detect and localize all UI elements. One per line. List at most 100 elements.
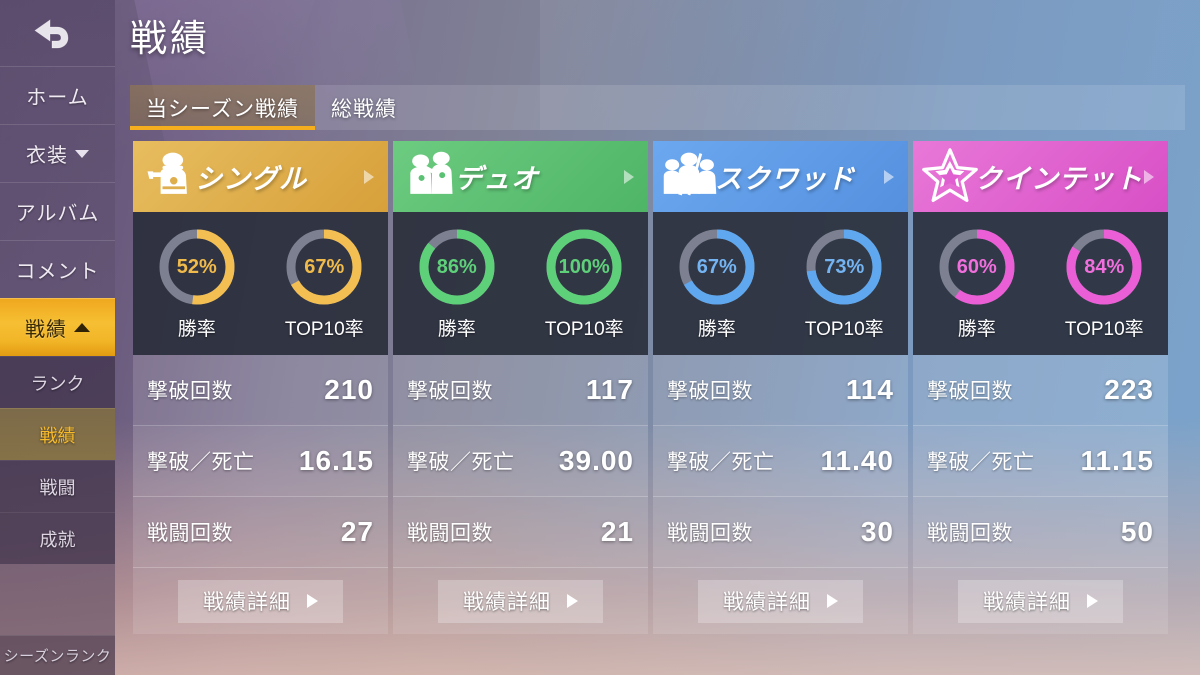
card-footer: 戦績詳細: [913, 568, 1168, 634]
sidebar-item-label: アルバム: [15, 203, 100, 225]
chevron-right-icon: [567, 594, 578, 608]
stat-row: 戦闘回数 50: [913, 497, 1168, 568]
stat-row: 撃破回数 223: [913, 355, 1168, 426]
donut-label: 勝率: [957, 319, 996, 340]
sidebar-item-3[interactable]: コメント: [0, 240, 115, 298]
donut-label: 勝率: [697, 319, 736, 340]
donut: 73%: [803, 226, 885, 308]
stat-row: 撃破回数 114: [653, 355, 908, 426]
donut-percent: 67%: [304, 255, 345, 278]
stats-detail-button[interactable]: 戦績詳細: [438, 579, 603, 623]
rate-donut: 86% 勝率: [416, 226, 498, 341]
donut-percent: 100%: [558, 255, 610, 278]
chevron-right-icon: [827, 594, 838, 608]
card-header[interactable]: クインテット: [913, 141, 1168, 212]
sidebar: ホーム 衣装 アルバム コメント 戦績 ランク 戦績 戦闘 成就 シーズンランク: [0, 0, 115, 675]
chevron-right-icon: [884, 169, 894, 184]
sidebar-footer-season-rank[interactable]: シーズンランク: [0, 635, 115, 675]
squad-soldiers-icon: [663, 152, 717, 195]
stat-label: 撃破回数: [927, 380, 1013, 403]
donut-label: TOP10率: [804, 319, 884, 340]
sidebar-item-2[interactable]: アルバム: [0, 182, 115, 240]
rate-donut-panel: 60% 勝率 84% TOP10率: [913, 212, 1168, 355]
chevron-down-icon: [75, 149, 89, 158]
sidebar-item-label: 戦績: [25, 319, 67, 341]
tab-label: 当シーズン戦績: [146, 97, 299, 121]
tab-0[interactable]: 当シーズン戦績: [130, 85, 315, 130]
rate-donut: 84% TOP10率: [1063, 226, 1145, 341]
sidebar-item-label: ホーム: [26, 87, 89, 109]
rate-donut-panel: 67% 勝率 73% TOP10率: [653, 212, 908, 355]
mode-icon-wrap: [139, 146, 201, 208]
rate-donut: 52% 勝率: [156, 226, 238, 341]
donut-label: TOP10率: [284, 319, 364, 340]
stat-value: 16.15: [298, 445, 374, 476]
sidebar-subitem-0[interactable]: ランク: [0, 356, 115, 408]
stats-detail-button[interactable]: 戦績詳細: [958, 579, 1123, 623]
sidebar-item-0[interactable]: ホーム: [0, 66, 115, 124]
rate-donut: 73% TOP10率: [803, 226, 885, 341]
donut-label: TOP10率: [544, 319, 624, 340]
donut-label: 勝率: [177, 319, 216, 340]
rate-donut-panel: 86% 勝率 100% TOP10率: [393, 212, 648, 355]
card-header[interactable]: デュオ: [393, 141, 648, 212]
stat-label: 撃破／死亡: [147, 451, 255, 474]
chevron-right-icon: [307, 594, 318, 608]
stat-label: 撃破／死亡: [667, 451, 775, 474]
sidebar-item-list: ホーム 衣装 アルバム コメント 戦績 ランク 戦績 戦闘 成就: [0, 66, 115, 564]
sidebar-subitem-2[interactable]: 戦闘: [0, 460, 115, 512]
stat-label: 撃破回数: [407, 380, 493, 403]
single-soldier-icon: [147, 152, 187, 194]
donut: 100%: [543, 226, 625, 308]
mode-stats-card: クインテット 60% 勝率 84% TOP10率 撃破回数 223 撃破／死亡 11.15 戦…: [913, 141, 1168, 636]
stat-row: 撃破回数 210: [133, 355, 388, 426]
stat-label: 戦闘回数: [407, 522, 493, 545]
rate-donut: 60% 勝率: [936, 226, 1018, 341]
stats-detail-button[interactable]: 戦績詳細: [178, 579, 343, 623]
tab-label: 総戦績: [330, 97, 397, 121]
duo-soldiers-icon: [410, 151, 453, 194]
page-title: 戦績: [130, 18, 210, 59]
stat-row: 撃破／死亡 16.15: [133, 426, 388, 497]
mode-name: デュオ: [455, 164, 539, 194]
mode-icon-wrap: [919, 146, 981, 208]
sidebar-item-4[interactable]: 戦績: [0, 298, 115, 356]
card-header[interactable]: シングル: [133, 141, 388, 212]
stat-row: 撃破／死亡 11.40: [653, 426, 908, 497]
stats-detail-label: 戦績詳細: [983, 591, 1071, 614]
mode-icon-wrap: [659, 146, 721, 208]
stat-value: 39.00: [558, 445, 634, 476]
donut-percent: 73%: [824, 255, 865, 278]
card-footer: 戦績詳細: [653, 568, 908, 634]
quintet-star-icon: [922, 147, 978, 202]
stat-label: 戦闘回数: [147, 522, 233, 545]
tab-1[interactable]: 総戦績: [315, 85, 413, 130]
stat-row: 戦闘回数 21: [393, 497, 648, 568]
back-button[interactable]: [18, 8, 88, 60]
sidebar-subitem-label: 戦闘: [39, 477, 76, 498]
mode-stats-card: デュオ 86% 勝率 100% TOP10率 撃破回数 117 撃破／死亡 39.00 戦闘回…: [393, 141, 648, 636]
sidebar-item-label: コメント: [15, 261, 100, 283]
sidebar-subitem-label: 戦績: [39, 425, 76, 446]
donut: 67%: [676, 226, 758, 308]
sidebar-item-1[interactable]: 衣装: [0, 124, 115, 182]
sidebar-subitem-3[interactable]: 成就: [0, 512, 115, 564]
stats-detail-label: 戦績詳細: [463, 591, 551, 614]
card-footer: 戦績詳細: [133, 568, 388, 634]
mode-name: クインテット: [975, 164, 1143, 194]
sidebar-item-label: 衣装: [26, 145, 68, 167]
donut: 60%: [936, 226, 1018, 308]
donut-percent: 52%: [176, 255, 217, 278]
rate-donut: 67% TOP10率: [283, 226, 365, 341]
stat-value: 21: [600, 516, 634, 547]
stat-label: 撃破回数: [667, 380, 753, 403]
stat-label: 戦闘回数: [667, 522, 753, 545]
donut-label: 勝率: [437, 319, 476, 340]
mode-icon-wrap: [399, 146, 461, 208]
mode-stats-card: スクワッド 67% 勝率 73% TOP10率撃破回数 114 撃破／死亡 11.40 戦闘…: [653, 141, 908, 636]
stats-detail-button[interactable]: 戦績詳細: [698, 579, 863, 623]
sidebar-top-cap: [0, 0, 115, 66]
card-header[interactable]: スクワッド: [653, 141, 908, 212]
sidebar-subitem-1[interactable]: 戦績: [0, 408, 115, 460]
tab-bar: 当シーズン戦績 総戦績: [130, 85, 1185, 130]
